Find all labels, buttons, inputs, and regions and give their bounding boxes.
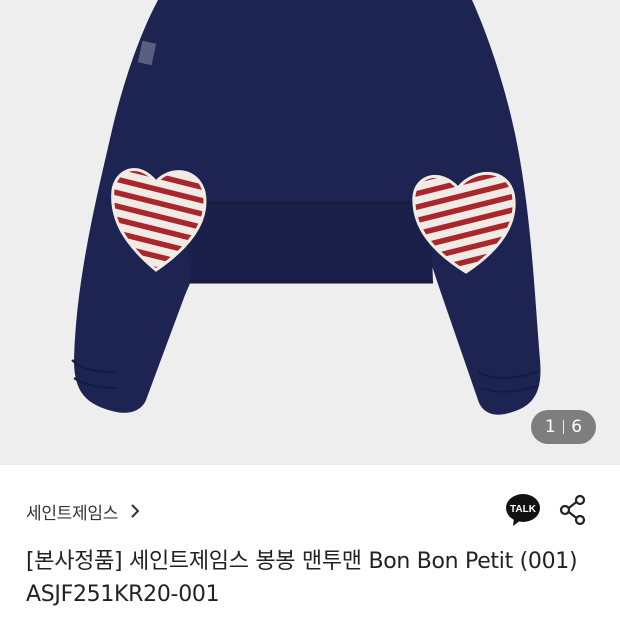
share-icon [559,494,586,526]
image-counter-current: 1 [544,417,556,437]
chevron-right-icon [131,504,140,518]
image-counter: 1 6 [531,410,596,444]
kakaotalk-bubble-icon: TALK [506,494,540,526]
kakaotalk-share-button[interactable]: TALK [505,492,541,528]
counter-divider [562,420,565,434]
product-photo [71,0,541,415]
share-button[interactable] [558,493,588,527]
product-detail-page: 1 6 세인트제임스 TALK [본사정품] 세인트제임스 봉봉 맨투맨 Bon… [0,0,620,620]
image-counter-total: 6 [571,417,583,437]
brand-link[interactable]: 세인트제임스 [26,496,140,526]
brand-name: 세인트제임스 [26,503,119,524]
talk-label: TALK [510,504,537,515]
product-title: [본사정품] 세인트제임스 봉봉 맨투맨 Bon Bon Petit (001)… [26,549,578,607]
product-image-carousel[interactable]: 1 6 [0,0,620,465]
